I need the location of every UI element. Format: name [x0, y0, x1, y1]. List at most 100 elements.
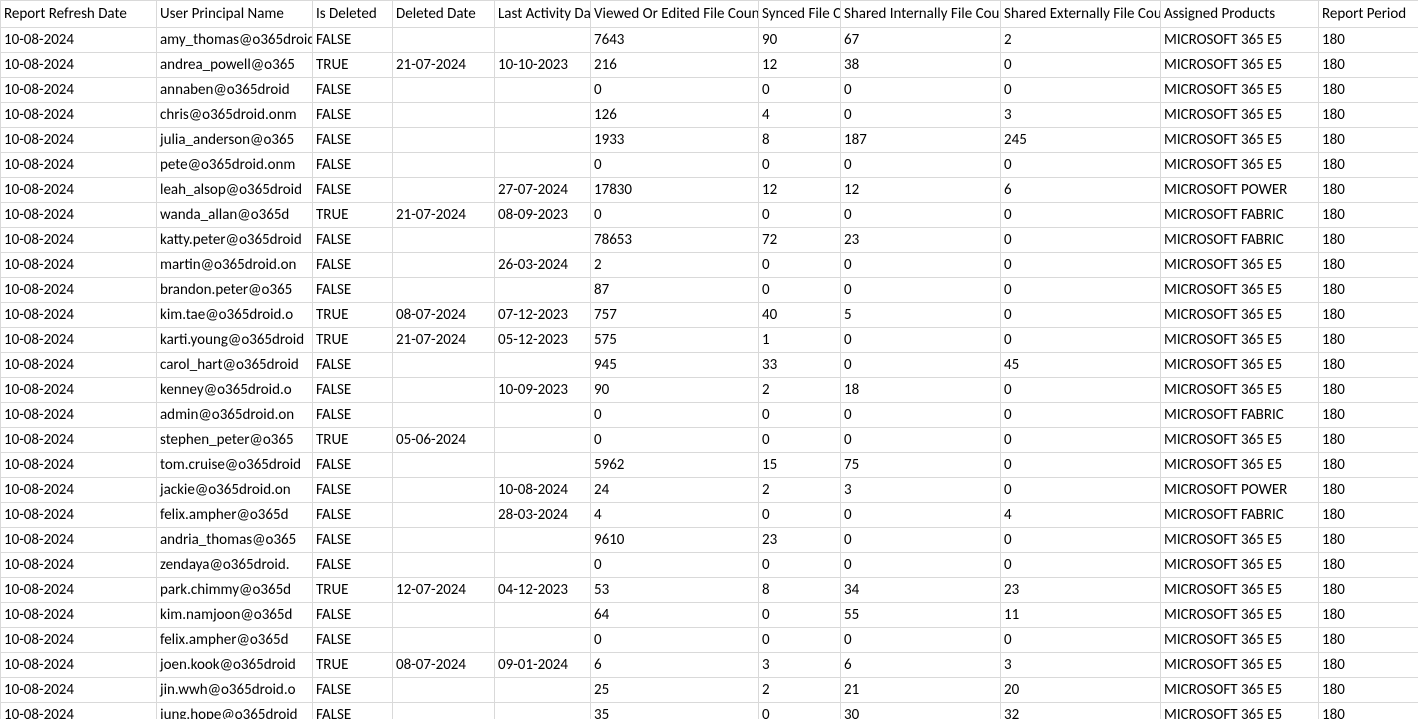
col-header-viewed-or-edited-count[interactable]: Viewed Or Edited File Count: [591, 1, 759, 28]
cell-shared-externally-count[interactable]: 0: [1001, 203, 1161, 228]
cell-synced-file-count[interactable]: 33: [759, 353, 841, 378]
cell-user-principal-name[interactable]: chris@o365droid.onm: [157, 103, 313, 128]
cell-report-refresh-date[interactable]: 10-08-2024: [1, 703, 157, 719]
table-row[interactable]: 10-08-2024felix.ampher@o365dFALSE28-03-2…: [1, 503, 1418, 528]
cell-assigned-products[interactable]: MICROSOFT 365 E5: [1161, 278, 1319, 303]
cell-assigned-products[interactable]: MICROSOFT 365 E5: [1161, 328, 1319, 353]
cell-report-period[interactable]: 180: [1319, 78, 1418, 103]
cell-shared-internally-count[interactable]: 0: [841, 253, 1001, 278]
cell-synced-file-count[interactable]: 23: [759, 528, 841, 553]
table-row[interactable]: 10-08-2024admin@o365droid.onFALSE0000MIC…: [1, 403, 1418, 428]
cell-user-principal-name[interactable]: stephen_peter@o365: [157, 428, 313, 453]
cell-user-principal-name[interactable]: kenney@o365droid.o: [157, 378, 313, 403]
cell-deleted-date[interactable]: [393, 478, 495, 503]
cell-viewed-or-edited-count[interactable]: 17830: [591, 178, 759, 203]
cell-shared-externally-count[interactable]: 0: [1001, 528, 1161, 553]
cell-user-principal-name[interactable]: andrea_powell@o365: [157, 53, 313, 78]
cell-assigned-products[interactable]: MICROSOFT FABRIC: [1161, 403, 1319, 428]
cell-report-refresh-date[interactable]: 10-08-2024: [1, 553, 157, 578]
table-row[interactable]: 10-08-2024pete@o365droid.onmFALSE0000MIC…: [1, 153, 1418, 178]
cell-report-refresh-date[interactable]: 10-08-2024: [1, 78, 157, 103]
cell-synced-file-count[interactable]: 0: [759, 428, 841, 453]
cell-deleted-date[interactable]: [393, 253, 495, 278]
cell-assigned-products[interactable]: MICROSOFT 365 E5: [1161, 253, 1319, 278]
cell-user-principal-name[interactable]: zendaya@o365droid.: [157, 553, 313, 578]
cell-last-activity-date[interactable]: [495, 528, 591, 553]
cell-shared-internally-count[interactable]: 3: [841, 478, 1001, 503]
table-row[interactable]: 10-08-2024andria_thomas@o365FALSE9610230…: [1, 528, 1418, 553]
cell-deleted-date[interactable]: [393, 378, 495, 403]
table-row[interactable]: 10-08-2024martin@o365droid.onFALSE26-03-…: [1, 253, 1418, 278]
cell-report-period[interactable]: 180: [1319, 178, 1418, 203]
cell-assigned-products[interactable]: MICROSOFT 365 E5: [1161, 528, 1319, 553]
cell-is-deleted[interactable]: FALSE: [313, 453, 393, 478]
cell-report-period[interactable]: 180: [1319, 128, 1418, 153]
cell-synced-file-count[interactable]: 4: [759, 103, 841, 128]
cell-is-deleted[interactable]: FALSE: [313, 628, 393, 653]
cell-viewed-or-edited-count[interactable]: 35: [591, 703, 759, 719]
cell-shared-internally-count[interactable]: 18: [841, 378, 1001, 403]
cell-shared-externally-count[interactable]: 32: [1001, 703, 1161, 719]
cell-shared-externally-count[interactable]: 3: [1001, 103, 1161, 128]
cell-report-refresh-date[interactable]: 10-08-2024: [1, 378, 157, 403]
cell-report-refresh-date[interactable]: 10-08-2024: [1, 228, 157, 253]
cell-is-deleted[interactable]: TRUE: [313, 203, 393, 228]
cell-user-principal-name[interactable]: kim.tae@o365droid.o: [157, 303, 313, 328]
cell-user-principal-name[interactable]: katty.peter@o365droid: [157, 228, 313, 253]
cell-report-period[interactable]: 180: [1319, 378, 1418, 403]
cell-assigned-products[interactable]: MICROSOFT 365 E5: [1161, 128, 1319, 153]
cell-viewed-or-edited-count[interactable]: 53: [591, 578, 759, 603]
cell-synced-file-count[interactable]: 15: [759, 453, 841, 478]
cell-is-deleted[interactable]: TRUE: [313, 328, 393, 353]
cell-last-activity-date[interactable]: 10-09-2023: [495, 378, 591, 403]
cell-report-period[interactable]: 180: [1319, 328, 1418, 353]
cell-is-deleted[interactable]: FALSE: [313, 103, 393, 128]
cell-is-deleted[interactable]: FALSE: [313, 528, 393, 553]
col-header-deleted-date[interactable]: Deleted Date: [393, 1, 495, 28]
cell-user-principal-name[interactable]: kim.namjoon@o365d: [157, 603, 313, 628]
cell-report-refresh-date[interactable]: 10-08-2024: [1, 178, 157, 203]
cell-is-deleted[interactable]: FALSE: [313, 553, 393, 578]
cell-shared-externally-count[interactable]: 0: [1001, 228, 1161, 253]
cell-shared-internally-count[interactable]: 34: [841, 578, 1001, 603]
cell-user-principal-name[interactable]: pete@o365droid.onm: [157, 153, 313, 178]
cell-last-activity-date[interactable]: [495, 153, 591, 178]
cell-user-principal-name[interactable]: julia_anderson@o365: [157, 128, 313, 153]
cell-report-refresh-date[interactable]: 10-08-2024: [1, 428, 157, 453]
cell-user-principal-name[interactable]: jung.hope@o365droid: [157, 703, 313, 719]
cell-viewed-or-edited-count[interactable]: 7643: [591, 28, 759, 53]
cell-is-deleted[interactable]: FALSE: [313, 253, 393, 278]
table-row[interactable]: 10-08-2024kenney@o365droid.oFALSE10-09-2…: [1, 378, 1418, 403]
cell-assigned-products[interactable]: MICROSOFT POWER: [1161, 478, 1319, 503]
cell-viewed-or-edited-count[interactable]: 4: [591, 503, 759, 528]
table-row[interactable]: 10-08-2024carol_hart@o365droidFALSE94533…: [1, 353, 1418, 378]
cell-last-activity-date[interactable]: 05-12-2023: [495, 328, 591, 353]
cell-assigned-products[interactable]: MICROSOFT FABRIC: [1161, 503, 1319, 528]
cell-last-activity-date[interactable]: 10-08-2024: [495, 478, 591, 503]
cell-deleted-date[interactable]: 05-06-2024: [393, 428, 495, 453]
cell-report-period[interactable]: 180: [1319, 428, 1418, 453]
cell-assigned-products[interactable]: MICROSOFT POWER: [1161, 178, 1319, 203]
cell-is-deleted[interactable]: TRUE: [313, 653, 393, 678]
cell-last-activity-date[interactable]: [495, 678, 591, 703]
cell-assigned-products[interactable]: MICROSOFT 365 E5: [1161, 378, 1319, 403]
table-row[interactable]: 10-08-2024chris@o365droid.onmFALSE126403…: [1, 103, 1418, 128]
cell-last-activity-date[interactable]: [495, 228, 591, 253]
cell-report-period[interactable]: 180: [1319, 103, 1418, 128]
table-row[interactable]: 10-08-2024andrea_powell@o365TRUE21-07-20…: [1, 53, 1418, 78]
cell-assigned-products[interactable]: MICROSOFT 365 E5: [1161, 653, 1319, 678]
cell-assigned-products[interactable]: MICROSOFT 365 E5: [1161, 53, 1319, 78]
table-row[interactable]: 10-08-2024amy_thomas@o365droidFALSE76439…: [1, 28, 1418, 53]
cell-deleted-date[interactable]: 08-07-2024: [393, 653, 495, 678]
table-row[interactable]: 10-08-2024kim.namjoon@o365dFALSE6405511M…: [1, 603, 1418, 628]
cell-assigned-products[interactable]: MICROSOFT 365 E5: [1161, 603, 1319, 628]
cell-report-refresh-date[interactable]: 10-08-2024: [1, 653, 157, 678]
cell-deleted-date[interactable]: [393, 553, 495, 578]
cell-report-refresh-date[interactable]: 10-08-2024: [1, 28, 157, 53]
cell-user-principal-name[interactable]: felix.ampher@o365d: [157, 503, 313, 528]
cell-report-period[interactable]: 180: [1319, 203, 1418, 228]
cell-viewed-or-edited-count[interactable]: 6: [591, 653, 759, 678]
cell-is-deleted[interactable]: FALSE: [313, 178, 393, 203]
cell-report-period[interactable]: 180: [1319, 678, 1418, 703]
table-row[interactable]: 10-08-2024leah_alsop@o365droidFALSE27-07…: [1, 178, 1418, 203]
